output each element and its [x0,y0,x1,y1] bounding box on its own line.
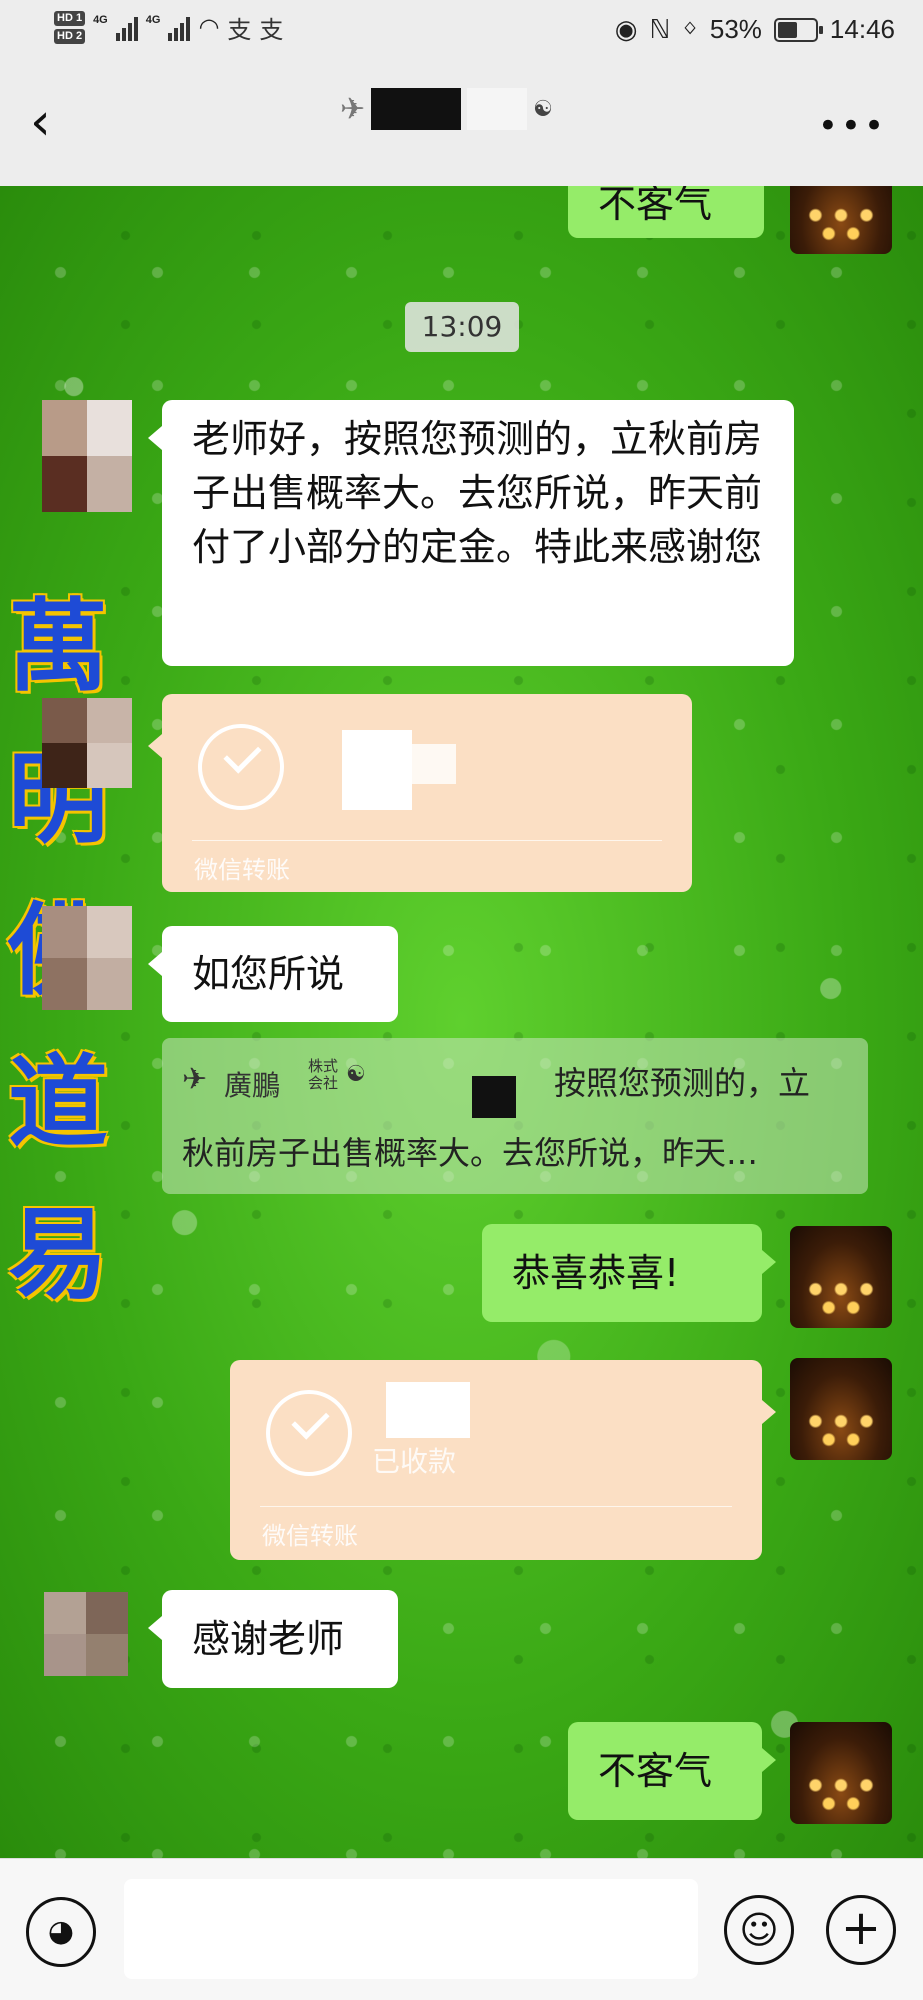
quoted-message[interactable]: ✈ 廣鵬 株式会社 ☯ 按照您预测的，立 秋前房子出售概率大。去您所说，昨天… [162,1038,868,1194]
message-text: 不客气 [598,186,713,226]
my-avatar[interactable] [790,1226,892,1328]
outgoing-message[interactable]: 不客气 [568,186,764,238]
message-text: 恭喜恭喜! [512,1251,680,1295]
yin-yang-icon: ☯ [346,1062,366,1087]
message-input[interactable] [124,1879,698,1979]
voice-icon[interactable]: ◕ [26,1897,96,1967]
transfer-footer: 微信转账 [262,1522,358,1550]
network-type-1: 4G [93,14,108,26]
hd2-badge: HD 2 [54,29,86,44]
transfer-status: 已收款 [372,1445,457,1478]
message-text: 不客气 [598,1749,713,1793]
watermark-char: 道 [8,1043,108,1161]
timestamp: 13:09 [405,302,519,352]
clock: 14:46 [829,14,895,44]
amount-redacted [386,1382,470,1438]
title-redacted-block [371,88,462,130]
hd-badges: HD 1 HD 2 [54,11,86,44]
quote-redacted-block [472,1076,516,1118]
status-left: HD 1 HD 2 4G 4G ◠ 支 支 [54,10,283,45]
check-circle-icon [266,1390,352,1476]
signal-icon [115,15,138,41]
outgoing-message[interactable]: 不客气 [568,1722,776,1820]
amount-redacted-2 [412,744,456,784]
transfer-footer: 微信转账 [194,856,290,884]
battery-icon [773,17,823,42]
status-right: ◉ ℕ ᛜ 53% 14:46 [615,14,895,45]
amount-redacted [342,730,412,810]
message-text: 如您所说 [192,952,345,996]
nfc-icon: ℕ [649,14,671,44]
back-icon[interactable]: ‹ [30,96,76,150]
eagle-icon: ✈ [182,1062,208,1097]
check-circle-icon [198,724,284,810]
quoted-text-line1: 按照您预测的，立 [554,1064,811,1102]
quoted-sender: 廣鵬 [224,1069,281,1102]
input-bar: ◕ ☺ + [0,1858,923,2000]
battery-fill [777,21,797,38]
quoted-text-line2: 秋前房子出售概率大。去您所说，昨天… [182,1134,759,1172]
status-bar: HD 1 HD 2 4G 4G ◠ 支 支 ◉ ℕ ᛜ 53% 14:46 [0,0,923,62]
alipay-icon: 支 [227,17,252,44]
my-avatar[interactable] [790,1358,892,1460]
emoji-icon[interactable]: ☺ [724,1895,794,1965]
plus-icon[interactable]: + [826,1895,896,1965]
outgoing-message[interactable]: 恭喜恭喜! [482,1224,776,1322]
eye-icon: ◉ [614,14,638,44]
chat-title[interactable]: ✈ ☯ [340,88,553,130]
watermark-char: 萬 [8,587,108,705]
transfer-card[interactable]: 微信转账 [148,694,692,892]
message-text: 老师好，按照您预测的，立秋前房子出售概率大。去您所说，昨天前付了小部分的定金。特… [192,417,763,569]
transfer-divider [260,1506,732,1507]
signal-icon-2 [168,15,191,41]
contact-avatar[interactable] [42,400,132,512]
transfer-card[interactable]: 已收款 微信转账 [230,1360,776,1560]
yin-yang-icon: ☯ [533,96,553,122]
network-type-2: 4G [145,14,161,26]
contact-avatar[interactable] [44,1592,128,1676]
wifi-icon: ◠ [198,14,220,41]
watermark-char: 易 [8,1195,108,1313]
my-avatar[interactable] [790,1722,892,1824]
quoted-badge: 株式会社 [308,1057,339,1092]
contact-avatar[interactable] [42,698,132,788]
battery-percent: 53% [709,14,762,44]
incoming-message[interactable]: 如您所说 [148,926,398,1022]
title-blurred-area [467,88,528,130]
eagle-icon: ✈ [340,91,366,127]
incoming-message[interactable]: 老师好，按照您预测的，立秋前房子出售概率大。去您所说，昨天前付了小部分的定金。特… [148,400,794,666]
contact-avatar[interactable] [42,906,132,1010]
chat-area[interactable]: 萬 明 佛 道 易 不客气 13:09 老师好，按照您预测的，立秋前房子出售概率… [0,186,923,1858]
transfer-divider [192,840,662,841]
more-icon[interactable]: ••• [818,106,887,146]
incoming-message[interactable]: 感谢老师 [148,1590,398,1688]
message-text: 感谢老师 [192,1617,345,1661]
my-avatar[interactable] [790,186,892,254]
alipay-icon-2: 支 [259,17,284,44]
bluetooth-icon: ᛜ [682,14,698,44]
chat-header: ‹ ✈ ☯ ••• [0,62,923,186]
hd1-badge: HD 1 [54,11,86,26]
